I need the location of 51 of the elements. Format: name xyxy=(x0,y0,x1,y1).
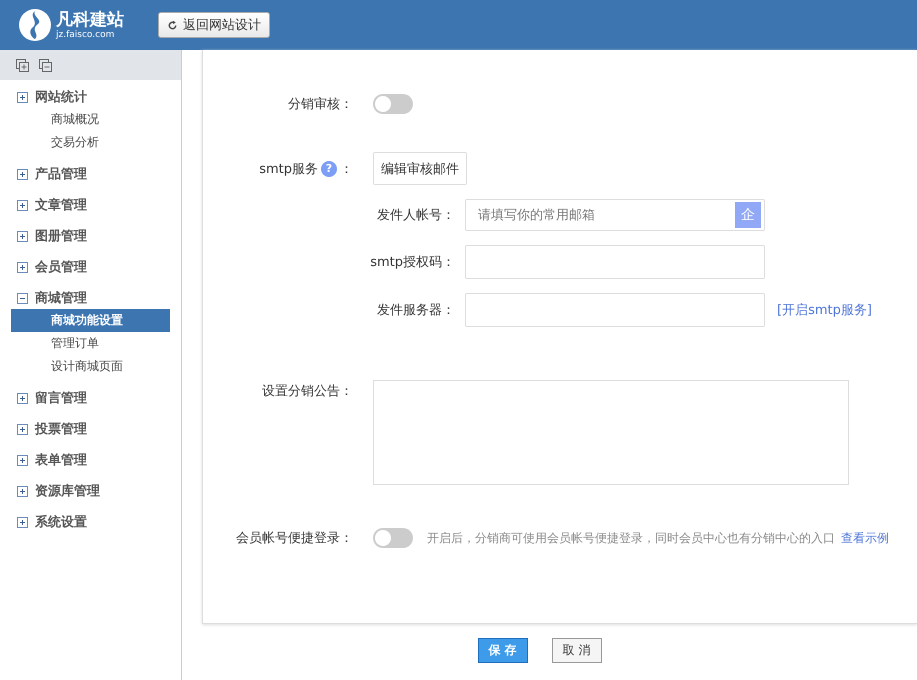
sidebar-item[interactable]: 商城功能设置 xyxy=(11,309,170,332)
colon-text: ： xyxy=(340,160,353,178)
back-button[interactable]: 返回网站设计 xyxy=(158,12,270,38)
sidebar-item[interactable]: 商城概况 xyxy=(11,108,170,131)
field-label: smtp服务 xyxy=(259,160,318,178)
cancel-button[interactable]: 取 消 xyxy=(552,638,602,663)
sidebar-group[interactable]: 商城管理 xyxy=(35,289,87,307)
sidebar-group[interactable]: 表单管理 xyxy=(35,451,87,469)
sidebar-group[interactable]: 会员管理 xyxy=(35,258,87,276)
expand-all-icon[interactable] xyxy=(16,58,29,72)
expand-icon[interactable] xyxy=(17,516,28,528)
expand-icon[interactable] xyxy=(17,168,28,180)
logo-icon xyxy=(18,8,52,42)
field-label: smtp授权码： xyxy=(369,254,455,271)
refresh-icon xyxy=(167,20,178,30)
field-label: 发件服务器： xyxy=(376,302,455,319)
expand-icon[interactable] xyxy=(17,486,28,496)
sidebar-item[interactable]: 设计商城页面 xyxy=(11,355,170,378)
expand-icon[interactable] xyxy=(17,92,28,102)
sidebar-group[interactable]: 资源库管理 xyxy=(35,482,100,500)
input-field[interactable] xyxy=(465,293,765,327)
toggle-switch[interactable] xyxy=(373,528,413,548)
sidebar-group[interactable]: 网站统计 xyxy=(35,88,87,106)
expand-icon[interactable] xyxy=(17,262,28,272)
field-label: 会员帐号便捷登录： xyxy=(235,530,353,547)
hint-text: 开启后，分销商可使用会员帐号便捷登录，同时会员中心也有分销中心的入口 xyxy=(427,530,835,546)
collapse-all-icon[interactable] xyxy=(39,58,52,72)
toggle-switch[interactable] xyxy=(373,94,413,114)
field-label: 设置分销公告： xyxy=(261,383,353,400)
sidebar-group[interactable]: 投票管理 xyxy=(35,420,87,438)
smtp-link[interactable]: [开启smtp服务] xyxy=(777,301,872,319)
edit-email-button[interactable]: 编辑审核邮件 xyxy=(373,152,467,185)
sidebar-group[interactable]: 留言管理 xyxy=(35,389,87,407)
example-link[interactable]: 查看示例 xyxy=(841,530,889,546)
expand-icon[interactable] xyxy=(17,200,28,210)
sidebar-group[interactable]: 系统设置 xyxy=(35,513,87,531)
logo-domain: jz.faisco.com xyxy=(56,30,116,40)
expand-icon[interactable] xyxy=(17,454,28,466)
field-label: 分销审核： xyxy=(287,96,353,113)
sidebar-item[interactable]: 交易分析 xyxy=(11,131,170,154)
sidebar-group[interactable]: 产品管理 xyxy=(35,165,87,183)
sidebar-group[interactable]: 图册管理 xyxy=(35,227,87,245)
sidebar-item[interactable]: 管理订单 xyxy=(11,332,170,355)
sidebar-group[interactable]: 文章管理 xyxy=(35,196,87,214)
expand-icon[interactable] xyxy=(17,230,28,242)
logo-name: 凡科建站 xyxy=(56,10,124,30)
field-label: 发件人帐号： xyxy=(376,207,455,224)
expand-icon[interactable] xyxy=(17,392,28,404)
collapse-icon[interactable] xyxy=(17,292,28,304)
expand-icon[interactable] xyxy=(17,424,28,434)
input-field[interactable] xyxy=(465,245,765,279)
